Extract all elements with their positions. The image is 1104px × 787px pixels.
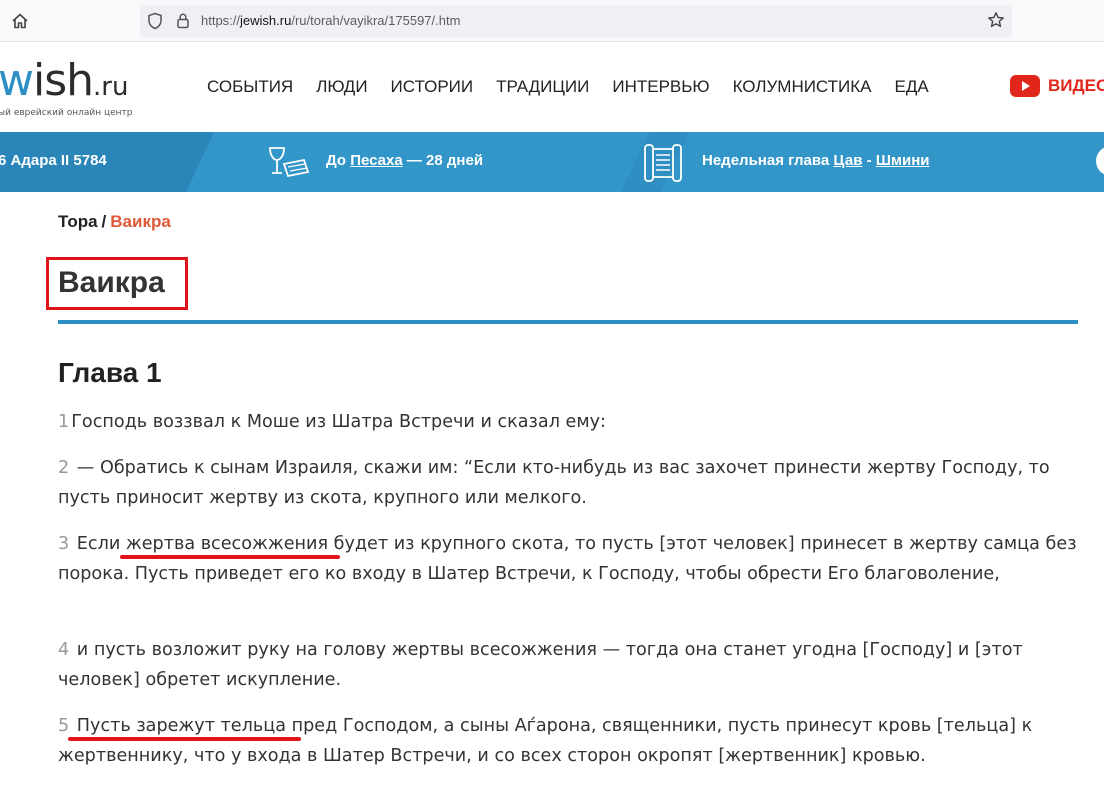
breadcrumb-separator: / bbox=[101, 212, 107, 231]
verse-number: 1 bbox=[58, 412, 70, 432]
home-icon[interactable] bbox=[8, 9, 32, 33]
lock-icon[interactable] bbox=[176, 12, 190, 29]
verse-number: 4 bbox=[58, 640, 70, 660]
verse-text: Если жертва всесожжения будет из крупног… bbox=[58, 534, 1077, 584]
verse-number: 2 bbox=[58, 458, 70, 478]
holiday-countdown: До Песаха — 28 дней bbox=[326, 152, 484, 169]
chapter-heading: Глава 1 bbox=[58, 357, 162, 388]
site-header: wish.ru ый еврейский онлайн центр СОБЫТИ… bbox=[0, 42, 1104, 132]
breadcrumb: Тора / Ваикра bbox=[58, 212, 171, 232]
nav-item-events[interactable]: СОБЫТИЯ bbox=[207, 77, 293, 97]
browser-toolbar: https://jewish.ru/ru/torah/vayikra/17559… bbox=[0, 0, 1104, 42]
title-divider bbox=[58, 320, 1078, 324]
url-prefix: https:// bbox=[201, 13, 241, 28]
main-nav: СОБЫТИЯ ЛЮДИ ИСТОРИИ ТРАДИЦИИ ИНТЕРВЬЮ К… bbox=[207, 77, 929, 97]
parasha-link-shmini[interactable]: Шмини bbox=[876, 152, 930, 169]
url-domain: jewish.ru bbox=[240, 13, 292, 28]
verse-number: 3 bbox=[58, 534, 70, 554]
annotation-underline-bull bbox=[68, 737, 301, 741]
url-path: /ru/torah/vayikra/175597/.htm bbox=[291, 13, 461, 28]
verse-text: и пусть возложит руку на голову жертвы в… bbox=[58, 640, 1023, 690]
verse-5: 5 Пусть зарежут тельца пред Господом, а … bbox=[58, 711, 1088, 771]
logo-tagline: ый еврейский онлайн центр bbox=[0, 108, 133, 118]
logo-wordmark: wish.ru bbox=[0, 55, 129, 106]
nav-item-columns[interactable]: КОЛУМНИСТИКА bbox=[733, 77, 872, 97]
breadcrumb-vayikra[interactable]: Ваикра bbox=[110, 212, 171, 231]
verse-number: 5 bbox=[58, 716, 70, 736]
verse-4: 4 и пусть возложит руку на голову жертвы… bbox=[58, 635, 1088, 695]
nav-item-food[interactable]: ЕДА bbox=[895, 77, 929, 97]
hebrew-date: 6 Адара II 5784 bbox=[0, 152, 107, 169]
parasha-link-tsav[interactable]: Цав bbox=[833, 152, 862, 169]
nav-item-interview[interactable]: ИНТЕРВЬЮ bbox=[612, 77, 709, 97]
youtube-icon bbox=[1010, 75, 1040, 97]
nav-item-people[interactable]: ЛЮДИ bbox=[316, 77, 367, 97]
breadcrumb-torah[interactable]: Тора bbox=[58, 212, 98, 231]
torah-scroll-icon bbox=[644, 144, 682, 182]
nav-item-stories[interactable]: ИСТОРИИ bbox=[391, 77, 474, 97]
nav-item-video[interactable]: ВИДЕО bbox=[1010, 75, 1104, 97]
weekly-parasha: Недельная глава Цав - Шмини bbox=[702, 152, 930, 169]
holiday-link[interactable]: Песаха bbox=[350, 152, 402, 169]
wine-cup-matzah-icon bbox=[269, 147, 310, 178]
annotation-underline-burnt-offering bbox=[120, 555, 340, 559]
verse-1: 1 Господь воззвал к Моше из Шатра Встречи… bbox=[58, 407, 1088, 437]
verse-2: 2 — Обратись к сынам Израиля, скажи им: … bbox=[58, 453, 1088, 513]
calendar-strip: 6 Адара II 5784 До Песаха — 28 дней Неде… bbox=[0, 132, 1104, 192]
verse-3: 3 Если жертва всесожжения будет из крупн… bbox=[58, 529, 1088, 589]
address-bar[interactable]: https://jewish.ru/ru/torah/vayikra/17559… bbox=[140, 5, 1012, 37]
verse-text: Господь воззвал к Моше из Шатра Встречи … bbox=[71, 412, 606, 432]
nav-item-traditions[interactable]: ТРАДИЦИИ bbox=[496, 77, 589, 97]
url-text[interactable]: https://jewish.ru/ru/torah/vayikra/17559… bbox=[201, 13, 460, 28]
bookmark-star-icon[interactable] bbox=[987, 11, 1005, 29]
title-highlight-box bbox=[46, 257, 188, 310]
video-label: ВИДЕО bbox=[1048, 76, 1104, 95]
verse-text: — Обратись к сынам Израиля, скажи им: “Е… bbox=[58, 458, 1050, 508]
shield-icon[interactable] bbox=[147, 12, 163, 30]
verse-text: Пусть зарежут тельца пред Господом, а сы… bbox=[58, 716, 1033, 766]
